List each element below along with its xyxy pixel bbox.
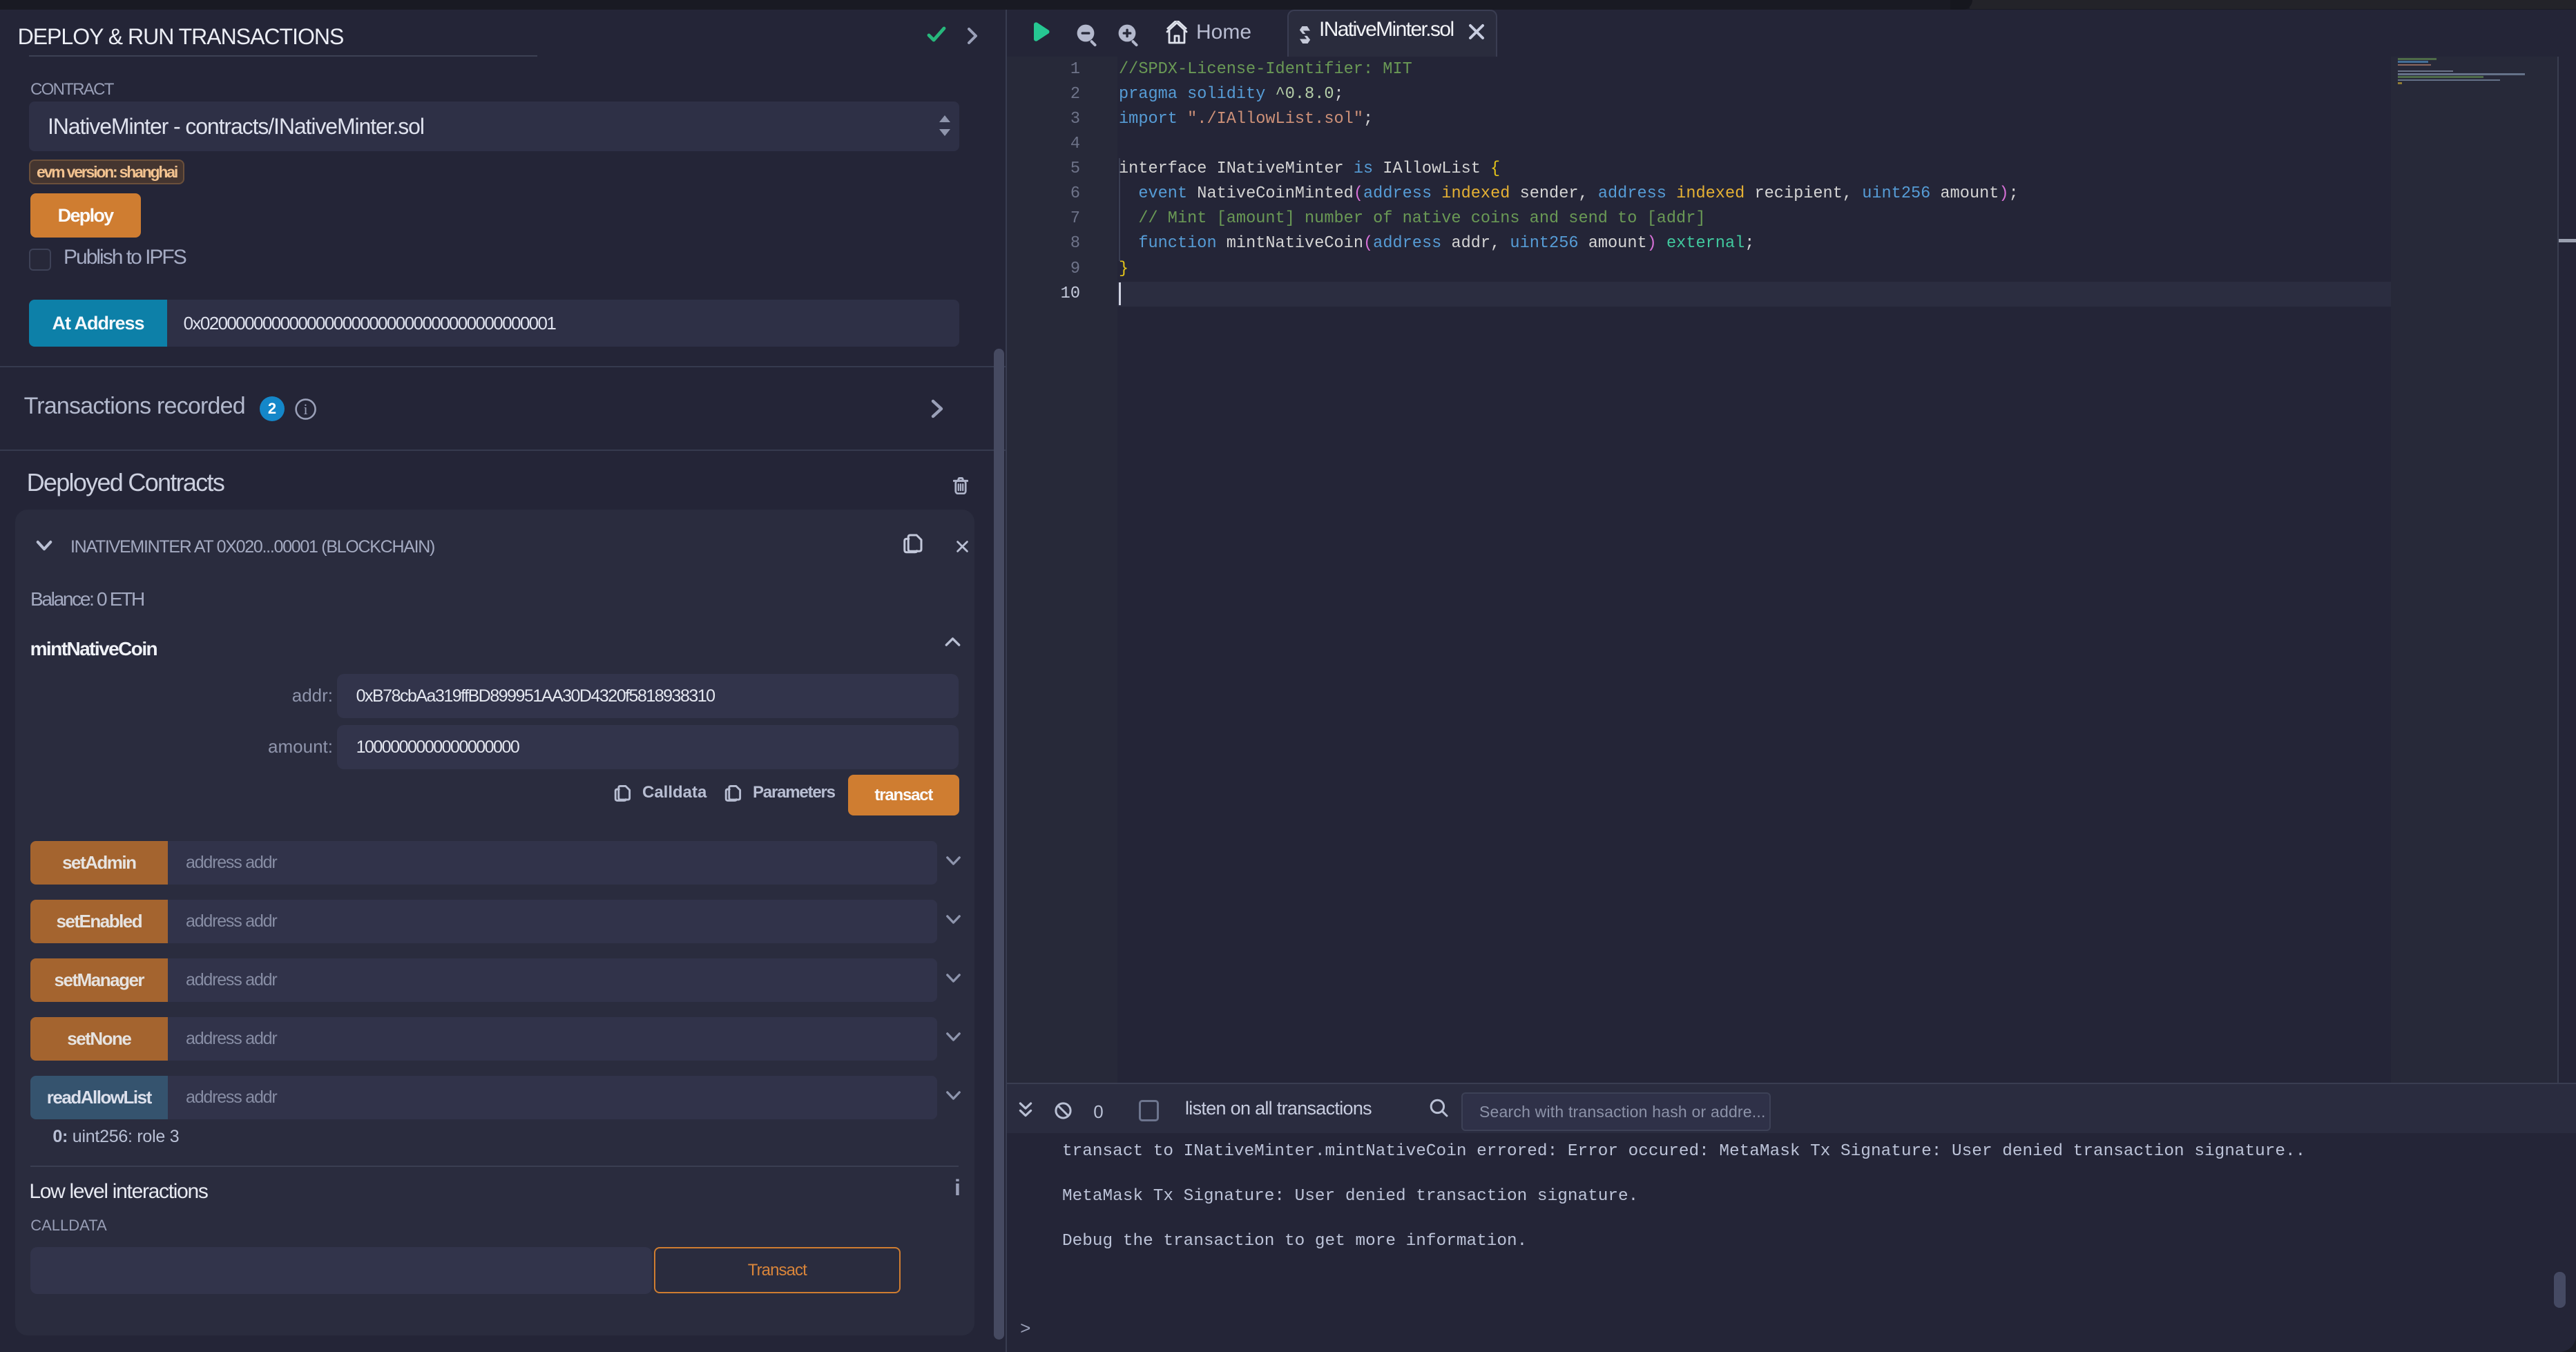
- svg-text:i: i: [303, 400, 307, 418]
